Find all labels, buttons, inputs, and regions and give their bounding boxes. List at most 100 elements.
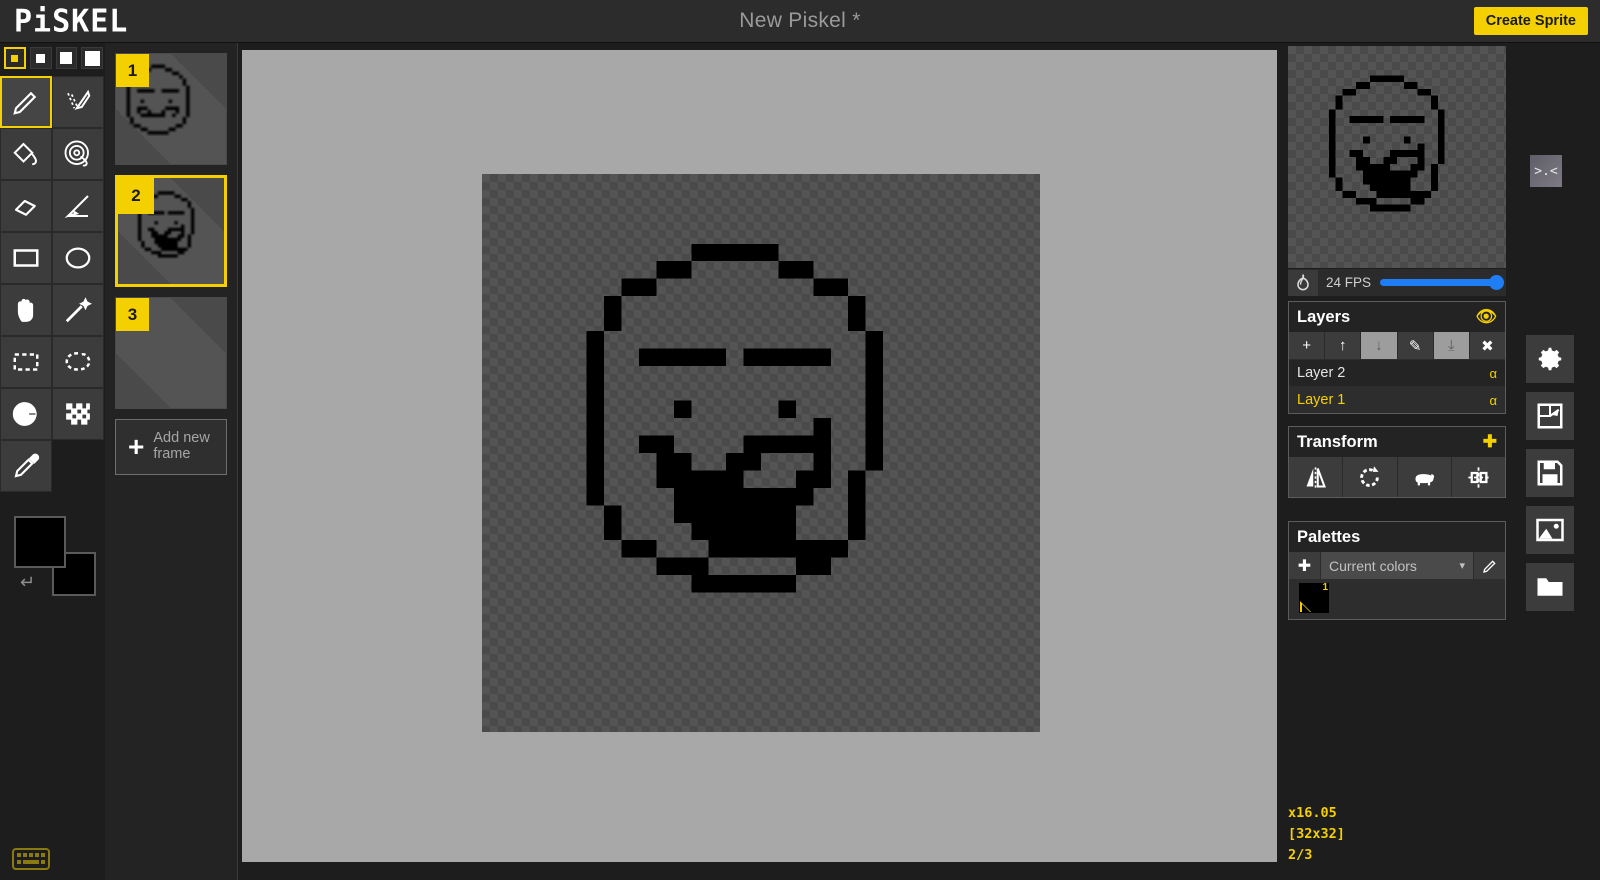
collapse-panel-button[interactable]: >.<: [1530, 155, 1562, 187]
layer-name: Layer 2: [1297, 365, 1346, 381]
chevron-down-icon: ▾: [1459, 560, 1465, 572]
pen-size-selector: [0, 43, 105, 69]
palette-select[interactable]: Current colors ▾: [1321, 552, 1473, 579]
tool-stroke[interactable]: [52, 180, 104, 232]
transform-title-label: Transform: [1297, 432, 1378, 451]
tool-rectangle-select[interactable]: [0, 336, 52, 388]
fps-slider-knob[interactable]: [1489, 275, 1504, 290]
settings-button[interactable]: [1526, 335, 1574, 383]
piskel-app: PiSKEL New Piskel * Create Sprite ↵ 1 2 …: [0, 0, 1600, 880]
move-layer-up-button[interactable]: ↑: [1325, 332, 1362, 359]
frame-number: 2: [118, 178, 154, 214]
pen-size-4-button[interactable]: [81, 47, 104, 69]
right-icon-rail: >.<: [1510, 43, 1600, 880]
tool-lasso-select[interactable]: [52, 336, 104, 388]
layer-row[interactable]: Layer 2 α: [1289, 359, 1505, 386]
pencil-icon: [13, 91, 37, 115]
delete-layer-button[interactable]: ✖: [1469, 332, 1506, 359]
mirror-pen-icon: [67, 89, 91, 110]
clone-button[interactable]: [1397, 457, 1452, 497]
flip-button[interactable]: [1289, 457, 1344, 497]
tool-dithering[interactable]: [52, 388, 104, 440]
lasso-select-icon: [65, 352, 91, 371]
magic-wand-icon: [65, 297, 92, 323]
frame-number: 3: [116, 298, 149, 331]
layer-opacity[interactable]: α: [1489, 366, 1497, 381]
palettes-panel: Palettes ✚ Current colors ▾ 1: [1288, 521, 1506, 620]
zoom-level: x16.05: [1288, 805, 1337, 821]
image-export-icon: [1536, 518, 1564, 542]
add-new-frame-button[interactable]: + Add new frame: [115, 419, 227, 475]
animation-preview[interactable]: [1288, 46, 1506, 268]
palette-colors: 1: [1289, 579, 1505, 619]
tool-magic-wand[interactable]: [52, 284, 104, 336]
rotate-button[interactable]: [1343, 457, 1398, 497]
frame-thumbnail-2[interactable]: 2: [115, 175, 227, 287]
transform-panel-title: Transform ✚: [1289, 427, 1505, 457]
plus-icon[interactable]: ✚: [1483, 432, 1497, 452]
swatch-count: 1: [1322, 582, 1328, 593]
add-palette-button[interactable]: ✚: [1289, 552, 1321, 579]
edit-palette-button[interactable]: [1473, 552, 1505, 579]
rectangle-icon: [13, 249, 39, 267]
layers-panel-title: Layers 👁: [1289, 302, 1505, 332]
frame-index: 2/3: [1288, 847, 1313, 863]
eraser-icon: [14, 199, 36, 216]
onion-skin-icon[interactable]: [1288, 269, 1318, 296]
right-column: 24 FPS Layers 👁 + ↑ ↓ ✎ ⤓ ✖ Layer 2 α La…: [1278, 43, 1510, 880]
frame-thumbnail-3[interactable]: 3: [115, 297, 227, 409]
swap-colors-button[interactable]: ↵: [20, 572, 42, 592]
tool-eraser[interactable]: [0, 180, 52, 232]
center-crop-button[interactable]: [1451, 457, 1505, 497]
tool-paint-bucket[interactable]: [0, 128, 52, 180]
rect-select-icon: [13, 353, 39, 371]
fps-slider[interactable]: [1380, 275, 1504, 290]
export-button[interactable]: [1526, 506, 1574, 554]
rename-layer-button[interactable]: ✎: [1397, 332, 1434, 359]
flip-horizontal-icon: [1306, 466, 1327, 488]
resize-button[interactable]: [1526, 392, 1574, 440]
primary-color-swatch[interactable]: [14, 516, 66, 568]
gear-icon: [1538, 347, 1562, 371]
palette-selected-label: Current colors: [1329, 557, 1417, 574]
pencil-icon: [1482, 559, 1496, 573]
pen-size-1-button[interactable]: [4, 47, 26, 69]
folder-open-icon: [1537, 578, 1563, 596]
keyboard-shortcuts-icon[interactable]: [12, 848, 50, 870]
drawing-canvas[interactable]: [482, 174, 1040, 732]
merge-layer-down-button: ⤓: [1433, 332, 1470, 359]
frame-thumbnail-1[interactable]: 1: [115, 53, 227, 165]
layer-opacity[interactable]: α: [1489, 393, 1497, 408]
tool-circle[interactable]: [52, 232, 104, 284]
plus-icon: +: [128, 430, 145, 462]
create-sprite-button[interactable]: Create Sprite: [1473, 7, 1588, 35]
pen-size-3-button[interactable]: [55, 47, 78, 69]
open-button[interactable]: [1526, 563, 1574, 611]
eye-icon[interactable]: 👁: [1475, 307, 1497, 327]
layer-buttons: + ↑ ↓ ✎ ⤓ ✖: [1289, 332, 1506, 359]
tool-vertical-pen[interactable]: [52, 76, 104, 128]
tool-paint-all-same-color[interactable]: [52, 128, 104, 180]
lighten-darken-icon: [12, 402, 37, 426]
current-frame-arrow-icon: [225, 223, 227, 239]
save-button[interactable]: [1526, 449, 1574, 497]
tool-slot-empty: [52, 440, 104, 492]
add-layer-button[interactable]: +: [1289, 332, 1326, 359]
tool-rectangle[interactable]: [0, 232, 52, 284]
tool-move[interactable]: [0, 284, 52, 336]
canvas-area[interactable]: [242, 50, 1277, 862]
paint-bucket-icon: [13, 142, 37, 166]
tool-pen[interactable]: [0, 76, 52, 128]
fps-bar: 24 FPS: [1288, 268, 1506, 296]
move-layer-down-button: ↓: [1361, 332, 1398, 359]
save-icon: [1537, 460, 1563, 486]
hand-icon: [17, 298, 34, 322]
tool-color-picker[interactable]: [0, 440, 52, 492]
eyedropper-icon: [14, 453, 40, 478]
layer-row[interactable]: Layer 1 α: [1289, 386, 1505, 413]
palette-swatch[interactable]: 1: [1299, 582, 1329, 613]
tool-lighten-darken[interactable]: [0, 388, 52, 440]
frame-number: 1: [116, 54, 149, 87]
pen-size-2-button[interactable]: [29, 47, 52, 69]
status-readout: x16.05 [32x32] 2/3: [1288, 803, 1506, 866]
